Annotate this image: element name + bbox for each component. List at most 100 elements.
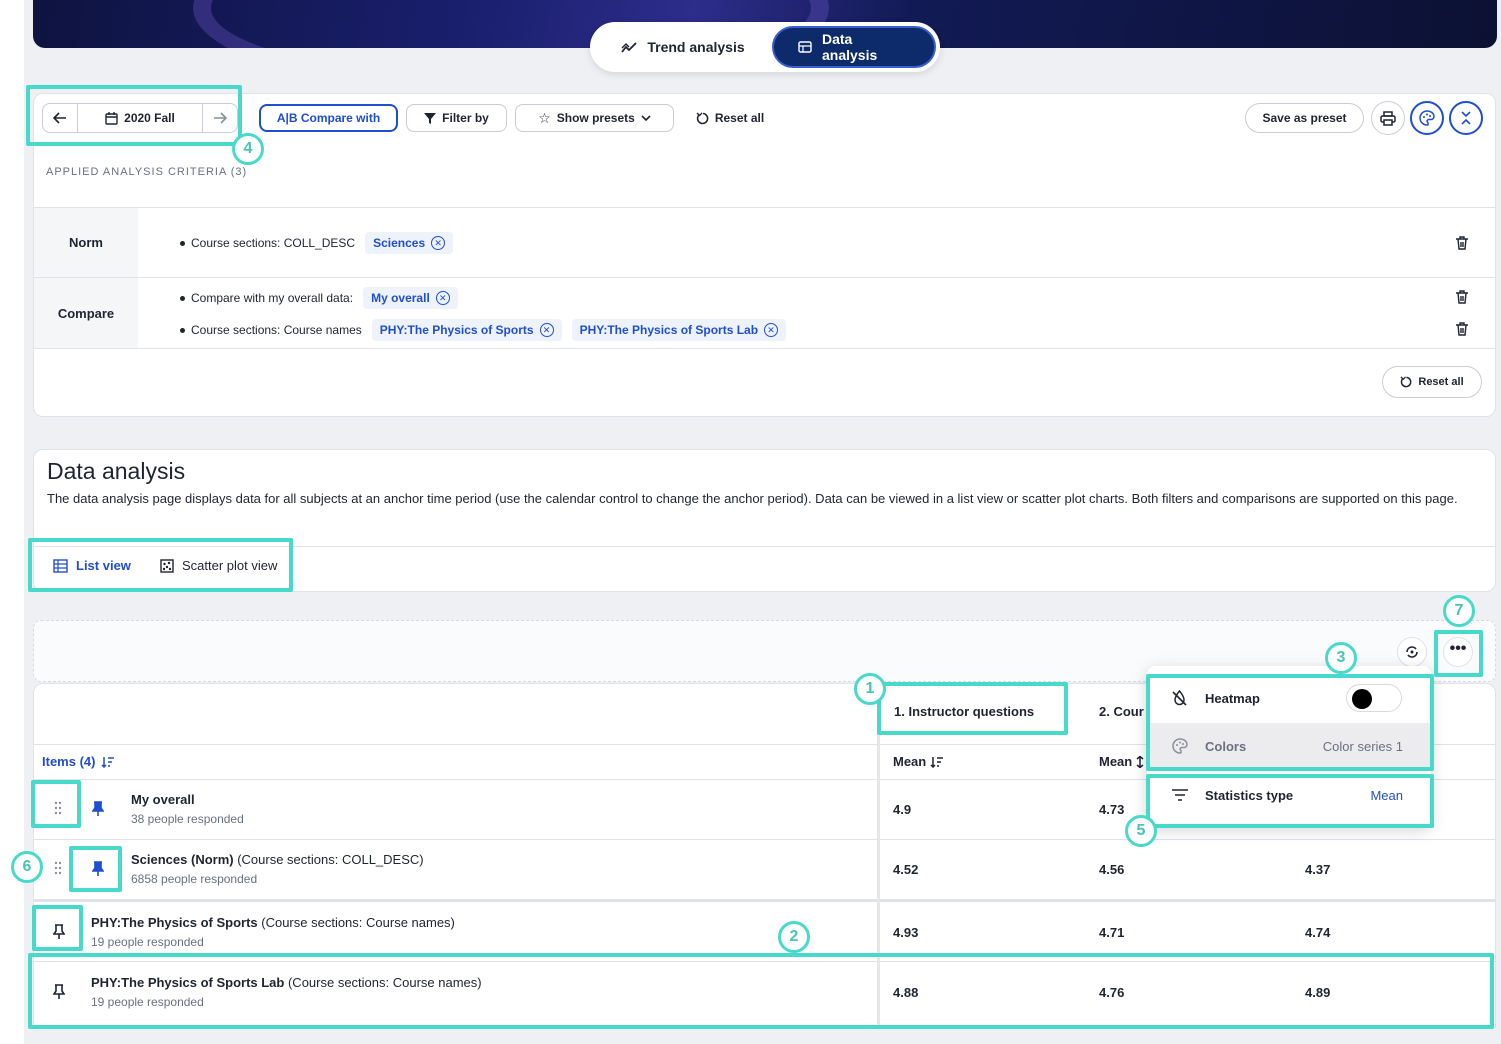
callout-badge-4: 4 <box>232 133 264 165</box>
callout-badge-1: 1 <box>854 673 886 705</box>
filter-icon <box>424 113 437 124</box>
criteria-compare-text-2: Course sections: Course names <box>191 323 362 337</box>
row-title-main: PHY:The Physics of Sports <box>91 915 258 930</box>
print-button[interactable] <box>1371 101 1405 135</box>
palette-icon <box>1419 110 1435 126</box>
save-as-preset-label: Save as preset <box>1262 111 1347 125</box>
row-title: My overall <box>131 792 195 807</box>
criteria-chip-sciences[interactable]: Sciences ✕ <box>365 232 454 254</box>
tab-data-analysis[interactable]: Data analysis <box>772 26 936 68</box>
criteria-chip-physics-of-sports-lab[interactable]: PHY:The Physics of Sports Lab ✕ <box>571 319 787 341</box>
trend-icon <box>621 41 637 53</box>
show-presets-label: Show presets <box>556 111 635 125</box>
callout-badge-5: 5 <box>1125 815 1157 847</box>
trash-icon[interactable] <box>1455 322 1469 336</box>
bullet-icon <box>180 240 185 246</box>
items-header[interactable]: Items (4) <box>42 754 115 769</box>
table-cell: 4.73 <box>1099 802 1125 817</box>
divider <box>34 839 1495 840</box>
criteria-compare-text-1: Compare with my overall data: <box>191 291 354 305</box>
criteria-row-compare: Compare Compare with my overall data: My… <box>34 278 1495 349</box>
row-responses: 19 people responded <box>91 935 204 949</box>
refresh-settings-button[interactable] <box>1397 637 1427 667</box>
criteria-norm-line: Course sections: COLL_DESC Sciences ✕ <box>180 232 454 254</box>
collapse-button[interactable] <box>1449 101 1483 135</box>
tab-trend-label: Trend analysis <box>647 39 745 55</box>
table-icon <box>798 41 812 53</box>
criteria-table: Norm Course sections: COLL_DESC Sciences… <box>34 207 1495 349</box>
criteria-chip-my-overall[interactable]: My overall ✕ <box>363 287 458 309</box>
highlight-box-period <box>26 85 242 146</box>
criteria-compare-line-2: Course sections: Course names PHY:The Ph… <box>180 319 787 341</box>
palette-button[interactable] <box>1410 101 1444 135</box>
tab-trend-analysis[interactable]: Trend analysis <box>594 26 772 68</box>
chip-label: My overall <box>371 291 430 305</box>
criteria-compare-line-1: Compare with my overall data: My overall… <box>180 287 458 309</box>
reset-icon <box>1400 376 1412 388</box>
row-responses: 6858 people responded <box>131 872 258 886</box>
stat-header-1[interactable]: Mean <box>893 754 944 769</box>
filter-by-label: Filter by <box>442 111 489 125</box>
page-description: The data analysis page displays data for… <box>47 491 1458 506</box>
mode-switch: Trend analysis Data analysis <box>590 22 940 72</box>
chip-label: Sciences <box>373 236 426 250</box>
row-title-main: Sciences (Norm) <box>131 852 234 867</box>
stat-header-1-label: Mean <box>893 754 927 769</box>
trash-icon[interactable] <box>1455 290 1469 304</box>
criteria-norm-heading: Norm <box>34 208 138 277</box>
criteria-row-norm: Norm Course sections: COLL_DESC Sciences… <box>34 208 1495 278</box>
sort-icon <box>930 756 944 768</box>
row-responses: 38 people responded <box>131 812 244 826</box>
sort-both-icon <box>1136 755 1144 768</box>
callout-badge-7: 7 <box>1443 595 1475 627</box>
reset-all-toolbar-label: Reset all <box>714 111 765 125</box>
criteria-norm-text: Course sections: COLL_DESC <box>191 236 356 250</box>
stat-header-2-label: Mean <box>1099 754 1133 769</box>
criteria-chip-physics-of-sports[interactable]: PHY:The Physics of Sports ✕ <box>371 319 562 341</box>
highlight-box-heatmap-colors <box>1146 674 1434 771</box>
star-icon: ☆ <box>538 109 551 126</box>
collapse-icon <box>1461 111 1471 125</box>
trash-icon[interactable] <box>1455 236 1469 250</box>
reset-all-toolbar-button[interactable]: Reset all <box>690 104 770 132</box>
remove-chip-icon[interactable]: ✕ <box>431 236 446 250</box>
row-title-main: My overall <box>131 792 195 807</box>
table-cell: 4.71 <box>1099 925 1125 940</box>
reset-all-criteria-label: Reset all <box>1418 376 1464 388</box>
row-title: Sciences (Norm) (Course sections: COLL_D… <box>131 852 424 867</box>
filter-by-button[interactable]: Filter by <box>406 104 507 132</box>
reset-all-criteria-button[interactable]: Reset all <box>1382 366 1482 398</box>
table-cell: 4.56 <box>1099 862 1125 877</box>
highlight-box-drag-handle <box>31 780 81 828</box>
divider <box>34 899 1495 902</box>
drag-handle-icon[interactable] <box>54 861 62 875</box>
pin-icon[interactable] <box>92 801 104 817</box>
bullet-icon <box>180 327 185 333</box>
row-title: PHY:The Physics of Sports (Course sectio… <box>91 915 455 930</box>
remove-chip-icon[interactable]: ✕ <box>435 291 450 305</box>
chip-label: PHY:The Physics of Sports Lab <box>579 323 759 337</box>
remove-chip-icon[interactable]: ✕ <box>539 323 554 337</box>
remove-chip-icon[interactable]: ✕ <box>764 323 779 337</box>
highlight-box-pin <box>69 846 122 892</box>
sort-icon <box>101 756 115 768</box>
applied-criteria-label: APPLIED ANALYSIS CRITERIA (3) <box>46 166 248 178</box>
table-cell: 4.9 <box>893 802 912 817</box>
compare-with-label: A|B Compare with <box>276 111 381 125</box>
print-icon <box>1380 110 1396 126</box>
highlight-box-statistics-type <box>1146 774 1434 828</box>
save-as-preset-button[interactable]: Save as preset <box>1245 103 1364 133</box>
row-title-extra: (Course sections: COLL_DESC) <box>233 852 424 867</box>
highlight-box-row <box>28 953 1494 1029</box>
highlight-box-views <box>28 538 293 592</box>
bullet-icon <box>180 295 185 301</box>
items-header-label: Items (4) <box>42 754 96 769</box>
criteria-compare-heading: Compare <box>34 278 138 348</box>
show-presets-button[interactable]: ☆ Show presets <box>515 104 674 132</box>
settings-refresh-icon <box>1406 646 1418 658</box>
table-cell: 4.93 <box>893 925 919 940</box>
chevron-down-icon <box>641 114 651 121</box>
stat-header-2[interactable]: Mean <box>1099 754 1144 769</box>
compare-with-button[interactable]: A|B Compare with <box>259 104 398 132</box>
column-header-course[interactable]: 2. Cour <box>1099 704 1144 719</box>
